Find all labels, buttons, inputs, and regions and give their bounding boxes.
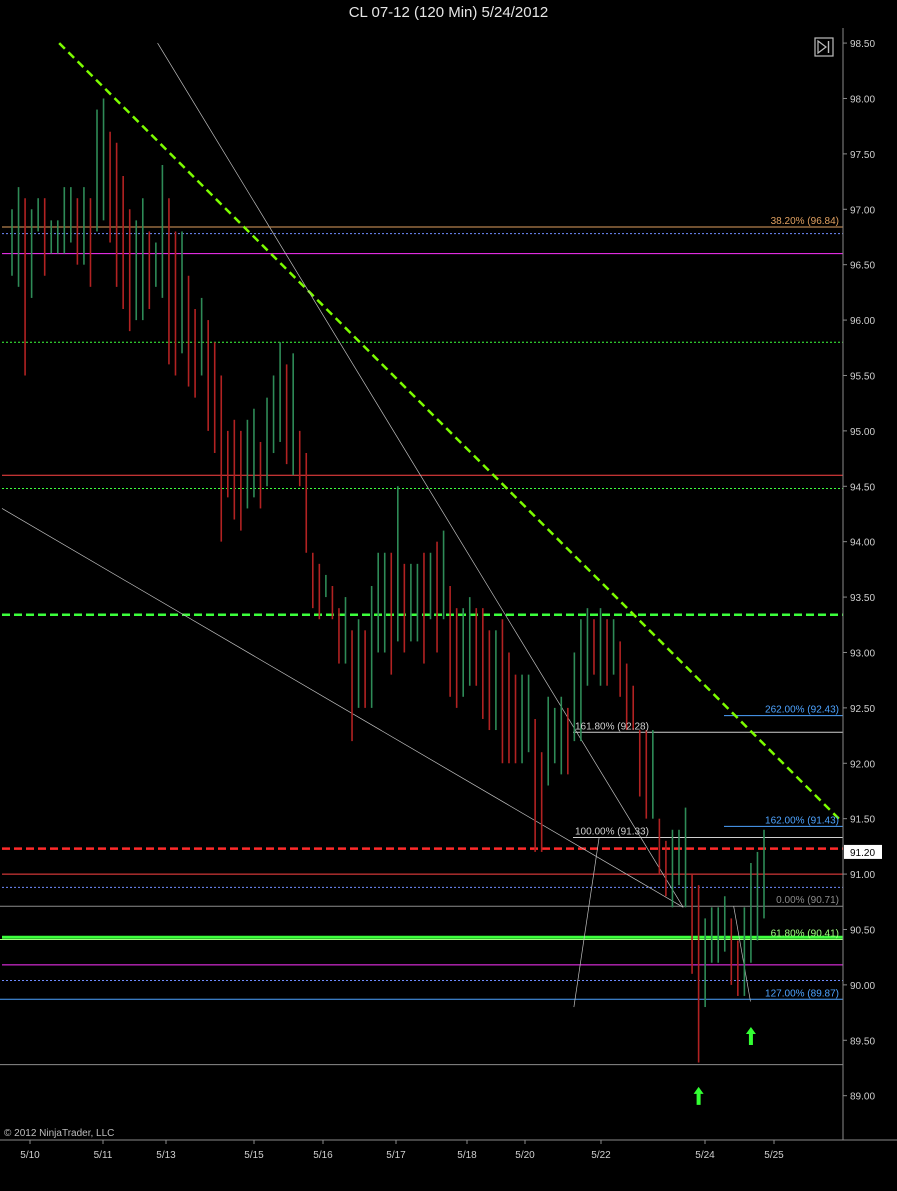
x-tick-label: 5/17	[386, 1150, 406, 1161]
level-labels-layer: 38.20% (96.84) 262.00% (92.43) 161.80% (92…	[575, 216, 839, 999]
x-tick-label: 5/11	[94, 1150, 113, 1161]
trendlines-layer	[1, 42, 840, 1008]
y-tick-label: 98.50	[850, 39, 875, 50]
y-tick-label: 89.50	[850, 1036, 875, 1047]
level-label: 162.00% (91.43)	[765, 815, 839, 826]
x-tick-label: 5/22	[591, 1150, 611, 1161]
chart-panel[interactable]: 38.20% (96.84) 262.00% (92.43) 161.80% (92…	[0, 28, 897, 1186]
y-tick-label: 97.00	[850, 205, 875, 216]
chart-title: CL 07-12 (120 Min) 5/24/2012	[348, 4, 549, 21]
horizontal-levels-layer	[0, 226, 843, 1066]
scroll-end-icon[interactable]	[814, 37, 834, 57]
y-tick-label: 96.50	[850, 261, 875, 272]
level-label: 127.00% (89.87)	[765, 988, 839, 999]
price-chart[interactable]: 38.20% (96.84) 262.00% (92.43) 161.80% (92…	[0, 28, 897, 1186]
y-tick-label: 92.00	[850, 759, 875, 770]
signal-arrows-layer	[693, 1026, 756, 1105]
y-tick-label: 94.00	[850, 538, 875, 549]
trendline	[733, 906, 751, 1002]
y-tick-label: 91.50	[850, 815, 875, 826]
y-tick-label: 89.00	[850, 1092, 875, 1103]
y-tick-label: 96.00	[850, 316, 875, 327]
y-tick-label: 92.50	[850, 704, 875, 715]
up-arrow-icon	[693, 1086, 704, 1105]
level-label: 161.80% (92.28)	[575, 721, 649, 732]
x-tick-label: 5/13	[156, 1150, 176, 1161]
level-label: 0.00% (90.71)	[776, 895, 839, 906]
y-tick-label: 98.00	[850, 94, 875, 105]
y-tick-label: 94.50	[850, 482, 875, 493]
axes-layer: 98.50 98.00 97.50 97.00 96.50 96.00 95.50 95.00…	[0, 28, 897, 1161]
level-label: 100.00% (91.33)	[575, 827, 649, 838]
x-tick-label: 5/15	[244, 1150, 264, 1161]
last-price-label: 91.20	[850, 848, 875, 859]
x-tick-label: 5/25	[764, 1150, 784, 1161]
x-tick-label: 5/18	[457, 1150, 477, 1161]
up-arrow-icon	[745, 1026, 756, 1045]
x-tick-label: 5/16	[313, 1150, 333, 1161]
x-tick-label: 5/24	[695, 1150, 715, 1161]
x-tick-label: 5/10	[20, 1150, 40, 1161]
y-tick-label: 93.50	[850, 593, 875, 604]
y-tick-label: 91.00	[850, 870, 875, 881]
y-tick-label: 90.50	[850, 925, 875, 936]
y-tick-label: 97.50	[850, 150, 875, 161]
y-tick-label: 90.00	[850, 981, 875, 992]
y-tick-label: 95.50	[850, 371, 875, 382]
copyright-text: © 2012 NinjaTrader, LLC	[4, 1128, 115, 1139]
level-label: 61.80% (90.41)	[771, 928, 839, 939]
y-tick-label: 95.00	[850, 427, 875, 438]
trendline	[573, 837, 600, 1008]
level-label: 262.00% (92.43)	[765, 705, 839, 716]
trendline	[58, 42, 840, 820]
y-tick-label: 93.00	[850, 648, 875, 659]
x-tick-label: 5/20	[515, 1150, 535, 1161]
level-label: 38.20% (96.84)	[771, 216, 839, 227]
